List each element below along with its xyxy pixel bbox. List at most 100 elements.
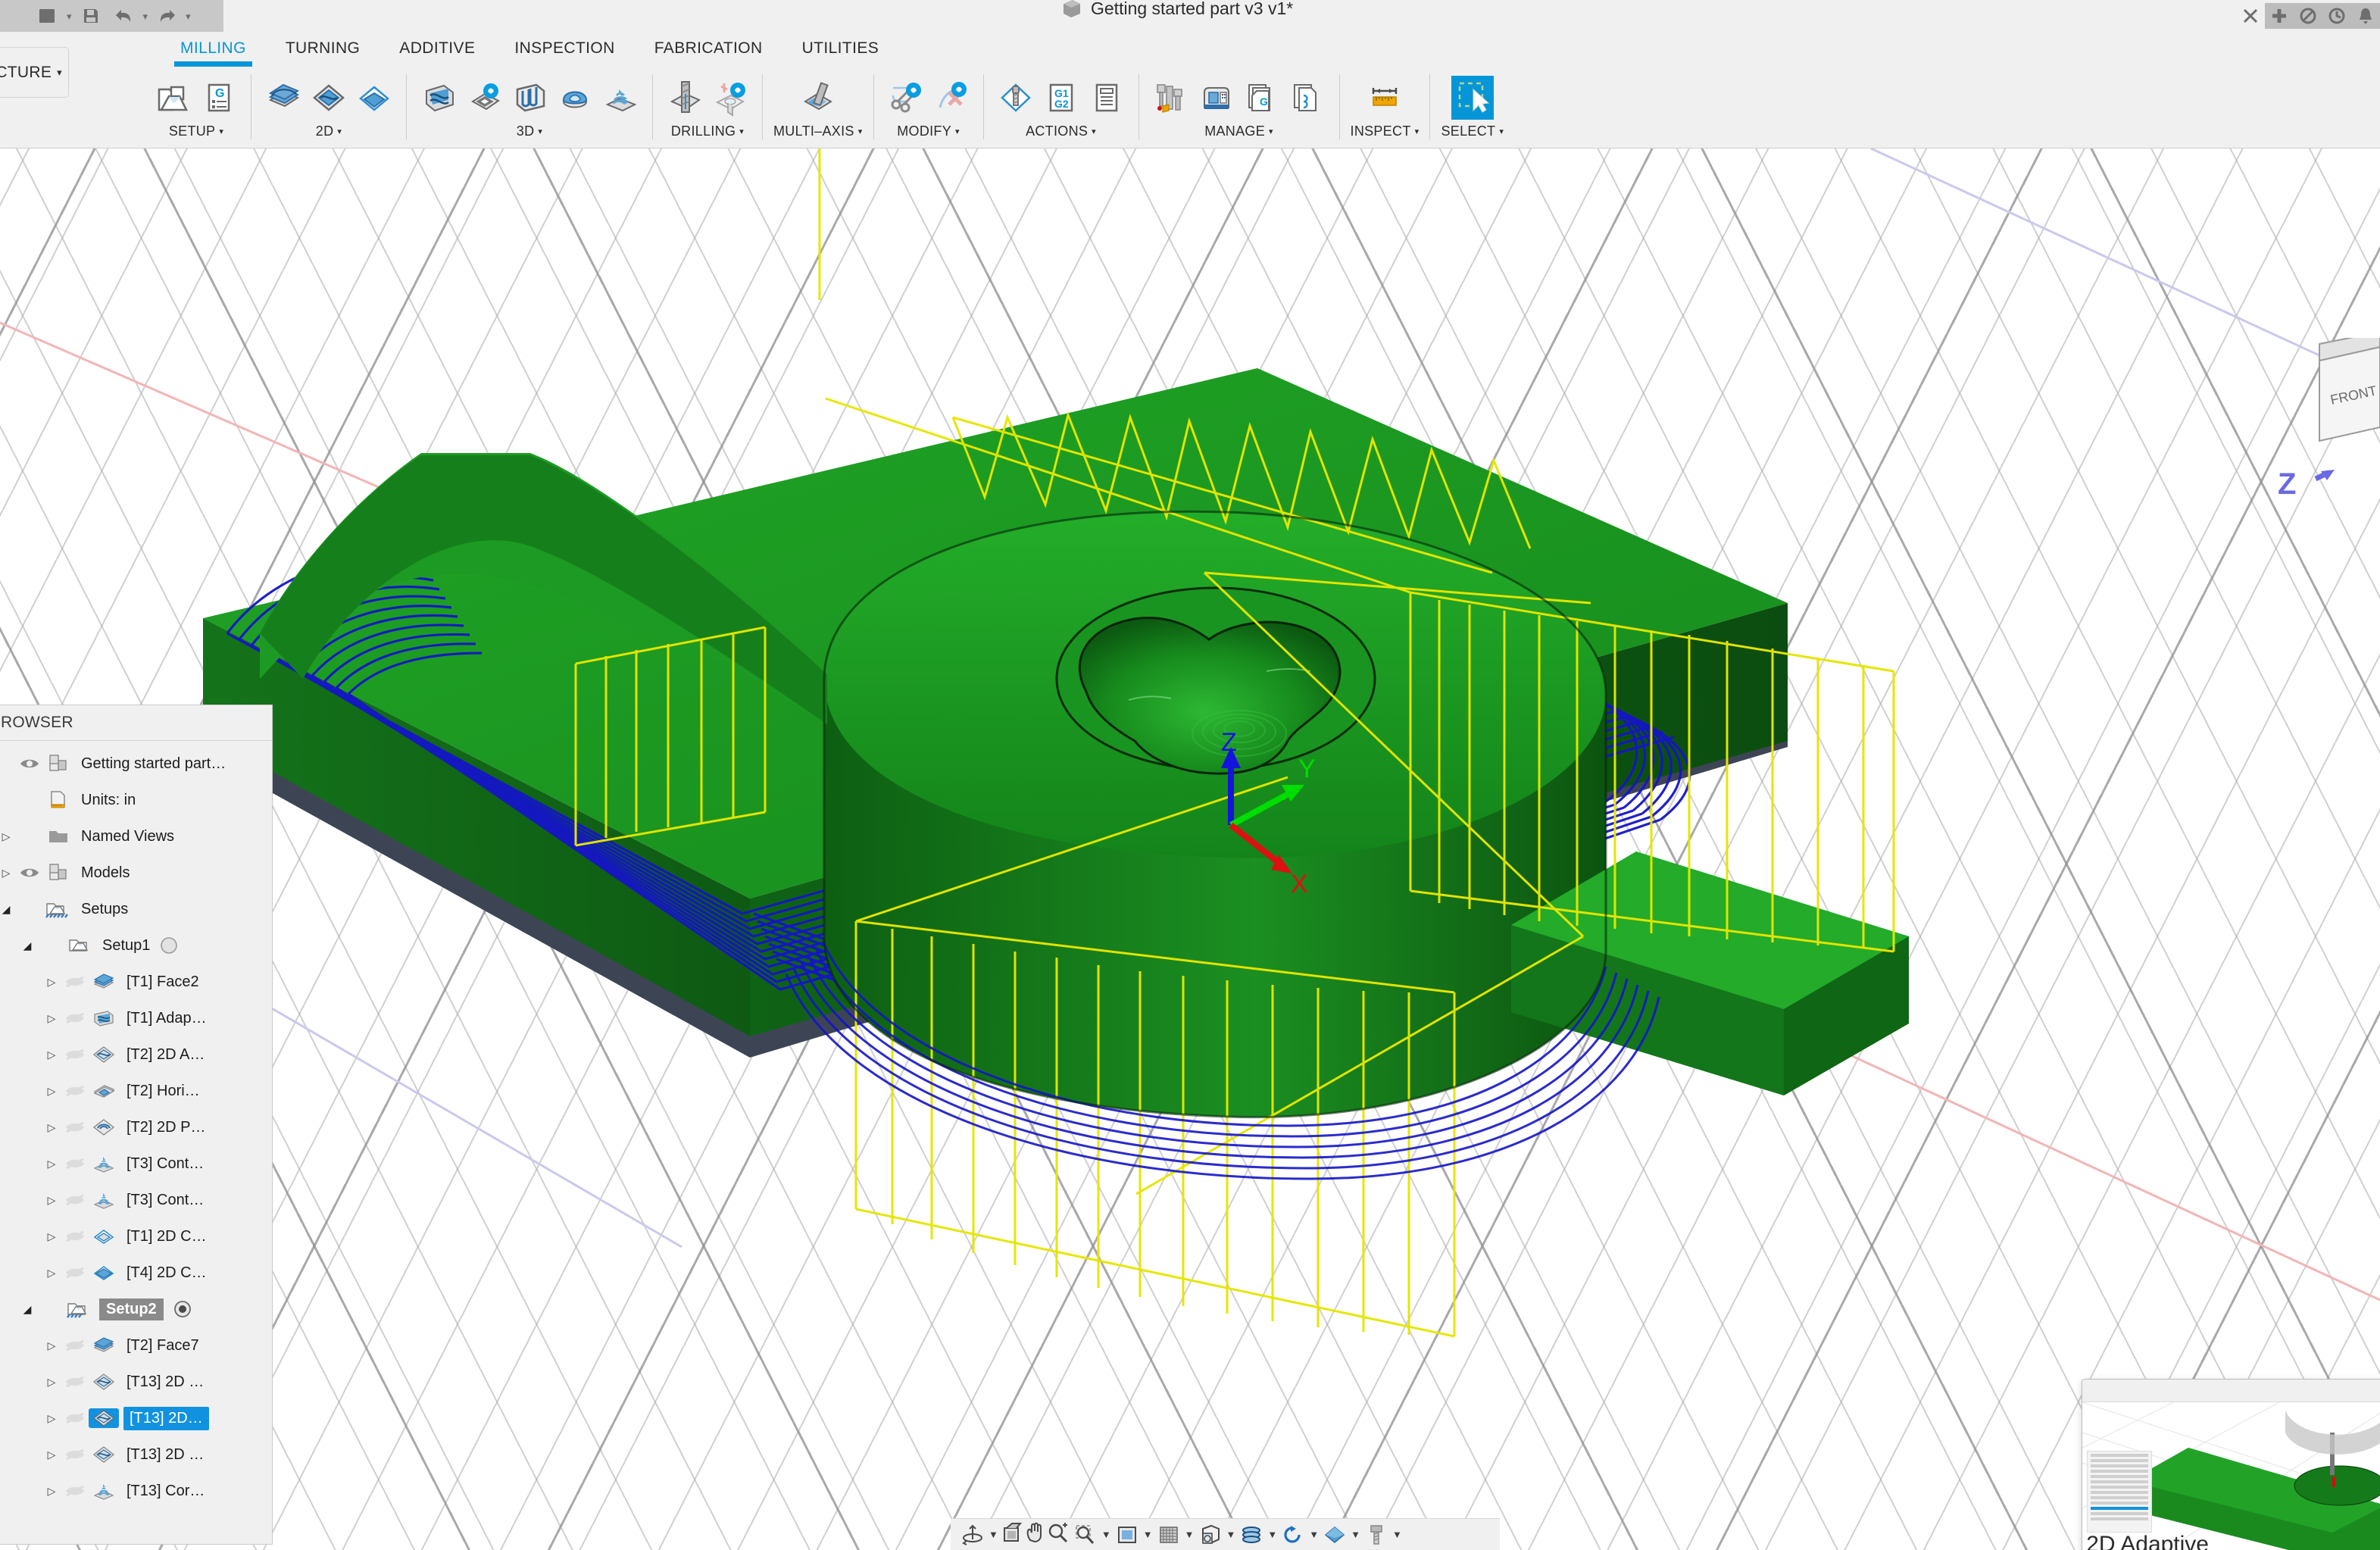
collapse-arrow-icon[interactable]: ◢ bbox=[17, 939, 37, 952]
post-process-icon[interactable]: G bbox=[198, 76, 240, 120]
2d-contour-icon[interactable] bbox=[353, 76, 395, 120]
panel-setup-label[interactable]: SETUP ▾ bbox=[169, 123, 223, 139]
tab-additive[interactable]: ADDITIVE bbox=[379, 39, 495, 58]
stock-visibility-group[interactable]: ▼ bbox=[1320, 1522, 1360, 1548]
viewports-caret-icon[interactable]: ▼ bbox=[1226, 1529, 1236, 1540]
fit-caret-icon[interactable]: ▼ bbox=[1101, 1529, 1111, 1540]
visibility-off-icon[interactable] bbox=[61, 1120, 89, 1134]
clock-icon[interactable] bbox=[2322, 3, 2351, 29]
expand-arrow-icon[interactable]: ▷ bbox=[42, 1158, 61, 1170]
viewports-icon[interactable] bbox=[1196, 1522, 1225, 1548]
tab-turning[interactable]: TURNING bbox=[266, 39, 379, 58]
template-library-icon[interactable] bbox=[1286, 76, 1329, 120]
visibility-off-icon[interactable] bbox=[61, 1157, 89, 1170]
tool-visibility-group[interactable]: ▼ bbox=[1362, 1522, 1402, 1548]
expand-arrow-icon[interactable]: ▷ bbox=[42, 1485, 61, 1498]
viewports-group[interactable]: ▼ bbox=[1196, 1522, 1236, 1548]
tree-item-operation[interactable]: ▷ [T2] 2D P… bbox=[0, 1109, 272, 1145]
grid-snaps-icon[interactable] bbox=[1154, 1522, 1183, 1548]
panel-3d-label[interactable]: 3D ▾ bbox=[517, 123, 542, 139]
expand-arrow-icon[interactable]: ▷ bbox=[0, 830, 16, 843]
pocket-clearing-icon[interactable] bbox=[463, 76, 505, 120]
expand-arrow-icon[interactable]: ▷ bbox=[42, 1194, 61, 1207]
undo-button[interactable] bbox=[110, 3, 139, 29]
tool-library-icon[interactable] bbox=[1150, 76, 1192, 120]
tree-item-operation[interactable]: ▷ [T1] Adaр… bbox=[0, 1000, 272, 1036]
tool-visibility-icon[interactable] bbox=[1362, 1522, 1391, 1548]
visibility-eye-icon[interactable] bbox=[16, 758, 43, 770]
tree-item-getting-started-part[interactable]: Getting started part… bbox=[0, 745, 272, 782]
app-menu-button[interactable] bbox=[33, 3, 62, 29]
visibility-off-icon[interactable] bbox=[61, 1484, 89, 1498]
display-settings-group[interactable]: ▼ bbox=[1113, 1522, 1153, 1548]
tree-item-operation[interactable]: ▷ [T1] 2D C… bbox=[0, 1218, 272, 1255]
tree-item-operation[interactable]: ▷ [T13] 2D … bbox=[0, 1436, 272, 1473]
toolpath-display-icon[interactable] bbox=[1237, 1522, 1266, 1548]
tree-item-operation[interactable]: ▷ [T3] Cont… bbox=[0, 1145, 272, 1182]
2d-adaptive-clearing-icon[interactable] bbox=[308, 76, 350, 120]
tab-inspection[interactable]: INSPECTION bbox=[495, 39, 634, 58]
simulation-icon[interactable] bbox=[1279, 1522, 1307, 1548]
tree-item-setups[interactable]: ◢ Setups bbox=[0, 891, 272, 927]
drill-icon[interactable] bbox=[664, 76, 706, 120]
visibility-eye-icon[interactable] bbox=[16, 867, 43, 879]
fit-icon[interactable] bbox=[1071, 1522, 1100, 1548]
expand-arrow-icon[interactable]: ▷ bbox=[42, 1448, 61, 1461]
tab-milling[interactable]: MILLING bbox=[161, 39, 266, 58]
tree-item-named-views[interactable]: ▷ Named Views bbox=[0, 818, 272, 855]
tab-utilities[interactable]: UTILITIES bbox=[782, 39, 899, 58]
tree-item-models[interactable]: ▷ Models bbox=[0, 855, 272, 891]
grid-snaps-caret-icon[interactable]: ▼ bbox=[1185, 1529, 1195, 1540]
tree-item-setup2[interactable]: ◢ Setup2 bbox=[0, 1291, 272, 1327]
close-document-button[interactable] bbox=[2236, 3, 2265, 29]
display-settings-icon[interactable] bbox=[1113, 1522, 1142, 1548]
workspace-switcher[interactable]: ANUFACTURE ▾ bbox=[0, 47, 69, 98]
contour-3d-icon[interactable] bbox=[599, 76, 642, 120]
scallop-icon[interactable] bbox=[554, 76, 596, 120]
look-at-icon[interactable] bbox=[1000, 1522, 1023, 1547]
expand-arrow-icon[interactable]: ▷ bbox=[42, 1339, 61, 1352]
swarf-icon[interactable] bbox=[797, 76, 839, 120]
panel-select-label[interactable]: SELECT ▾ bbox=[1441, 123, 1504, 139]
bell-icon[interactable] bbox=[2351, 3, 2380, 29]
expand-arrow-icon[interactable]: ▷ bbox=[42, 1121, 61, 1134]
display-settings-caret-icon[interactable]: ▼ bbox=[1143, 1529, 1153, 1540]
bore-icon[interactable] bbox=[709, 76, 751, 120]
g1-g2-icon[interactable]: G1 G2 bbox=[1040, 76, 1082, 120]
undo-caret-icon[interactable]: ▾ bbox=[143, 11, 148, 21]
expand-arrow-icon[interactable]: ▷ bbox=[42, 976, 61, 989]
stock-visibility-caret-icon[interactable]: ▼ bbox=[1351, 1529, 1360, 1540]
tool-visibility-caret-icon[interactable]: ▼ bbox=[1392, 1529, 1402, 1540]
redo-button[interactable] bbox=[152, 3, 181, 29]
visibility-off-icon[interactable] bbox=[61, 1411, 89, 1425]
new-document-button[interactable] bbox=[2265, 3, 2294, 29]
tree-item-operation[interactable]: ▷ [T1] Face2 bbox=[0, 964, 272, 1000]
help-icon[interactable] bbox=[2294, 3, 2322, 29]
view-cube[interactable]: FRONT Z bbox=[2274, 338, 2380, 523]
expand-arrow-icon[interactable]: ▷ bbox=[0, 867, 16, 880]
tree-item-operation-selected[interactable]: ▷ [T13] 2D… bbox=[0, 1400, 272, 1436]
tree-item-units[interactable]: Units: in bbox=[0, 782, 272, 818]
panel-2d-label[interactable]: 2D ▾ bbox=[316, 123, 342, 139]
visibility-off-icon[interactable] bbox=[61, 1230, 89, 1243]
tree-item-operation[interactable]: ▷ [T2] Hori… bbox=[0, 1073, 272, 1109]
toolpath-display-group[interactable]: ▼ bbox=[1237, 1522, 1277, 1548]
post-library-icon[interactable]: G bbox=[1241, 76, 1283, 120]
visibility-off-icon[interactable] bbox=[61, 1193, 89, 1207]
panel-modify-label[interactable]: MODIFY ▾ bbox=[897, 123, 960, 139]
visibility-off-icon[interactable] bbox=[61, 1084, 89, 1098]
3d-viewport[interactable]: Z Y X FRONT Z bbox=[0, 148, 2380, 1550]
measure-icon[interactable] bbox=[1363, 76, 1406, 120]
collapse-arrow-icon[interactable]: ◢ bbox=[0, 903, 16, 916]
visibility-off-icon[interactable] bbox=[61, 1339, 89, 1352]
tree-item-operation[interactable]: ▷ [T2] 2D A… bbox=[0, 1036, 272, 1073]
tree-item-operation[interactable]: ▷ [T4] 2D C… bbox=[0, 1255, 272, 1291]
expand-arrow-icon[interactable]: ▷ bbox=[42, 1012, 61, 1025]
select-window-icon[interactable] bbox=[1451, 76, 1494, 120]
parallel-icon[interactable] bbox=[508, 76, 551, 120]
panel-inspect-label[interactable]: INSPECT ▾ bbox=[1351, 123, 1420, 139]
tree-item-setup1[interactable]: ◢ Setup1 bbox=[0, 927, 272, 964]
setup-active-radio[interactable] bbox=[173, 1299, 192, 1319]
simulation-caret-icon[interactable]: ▼ bbox=[1309, 1529, 1319, 1540]
orbit-caret-icon[interactable]: ▼ bbox=[989, 1529, 998, 1540]
